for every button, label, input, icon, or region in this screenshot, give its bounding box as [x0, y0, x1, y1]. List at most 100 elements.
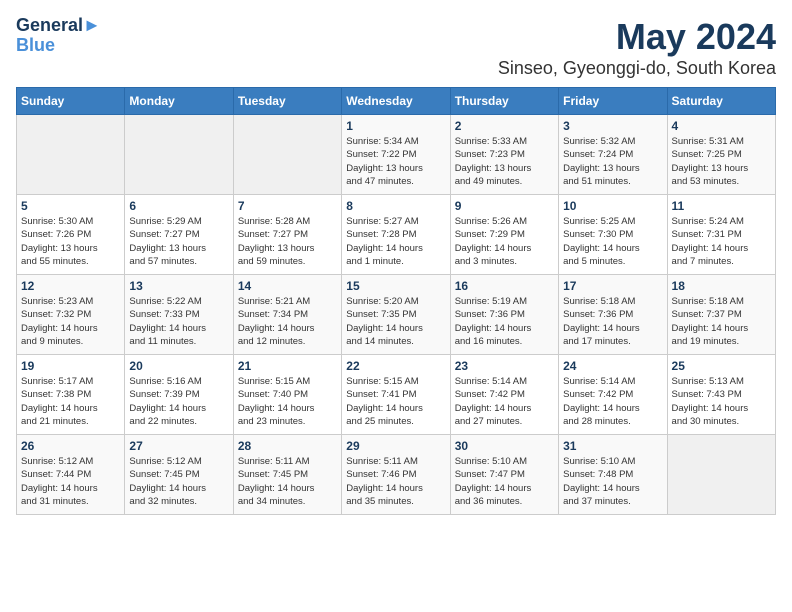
day-info: Sunrise: 5:19 AMSunset: 7:36 PMDaylight:…	[455, 295, 554, 348]
calendar-week-5: 26 Sunrise: 5:12 AMSunset: 7:44 PMDayligh…	[17, 435, 776, 515]
day-info: Sunrise: 5:17 AMSunset: 7:38 PMDaylight:…	[21, 375, 120, 428]
calendar-cell: 9Sunrise: 5:26 AMSunset: 7:29 PMDaylight…	[450, 195, 558, 275]
calendar-cell: 17 Sunrise: 5:18 AMSunset: 7:36 PMDayligh…	[559, 275, 667, 355]
day-number: 22	[346, 359, 445, 373]
day-number: 20	[129, 359, 228, 373]
day-info: Sunrise: 5:23 AMSunset: 7:32 PMDaylight:…	[21, 295, 120, 348]
day-number: 26	[21, 439, 120, 453]
calendar-week-4: 19 Sunrise: 5:17 AMSunset: 7:38 PMDayligh…	[17, 355, 776, 435]
day-number: 18	[672, 279, 771, 293]
header: General► Blue May 2024 Sinseo, Gyeonggi-…	[16, 16, 776, 79]
calendar-cell: 16 Sunrise: 5:19 AMSunset: 7:36 PMDayligh…	[450, 275, 558, 355]
day-number: 27	[129, 439, 228, 453]
calendar-cell: 4Sunrise: 5:31 AMSunset: 7:25 PMDaylight…	[667, 115, 775, 195]
calendar-cell: 14Sunrise: 5:21 AMSunset: 7:34 PMDayligh…	[233, 275, 341, 355]
day-info: Sunrise: 5:10 AMSunset: 7:48 PMDaylight:…	[563, 455, 662, 508]
calendar-cell: 2 Sunrise: 5:33 AMSunset: 7:23 PMDaylight…	[450, 115, 558, 195]
calendar-cell: 1 Sunrise: 5:34 AMSunset: 7:22 PMDaylight…	[342, 115, 450, 195]
header-day-wednesday: Wednesday	[342, 88, 450, 115]
day-number: 16	[455, 279, 554, 293]
header-day-monday: Monday	[125, 88, 233, 115]
day-number: 17	[563, 279, 662, 293]
calendar-cell: 8 Sunrise: 5:27 AMSunset: 7:28 PMDaylight…	[342, 195, 450, 275]
calendar-week-2: 5 Sunrise: 5:30 AMSunset: 7:26 PMDaylight…	[17, 195, 776, 275]
calendar-cell	[233, 115, 341, 195]
day-info: Sunrise: 5:12 AMSunset: 7:44 PMDaylight:…	[21, 455, 120, 508]
calendar-cell	[17, 115, 125, 195]
day-number: 19	[21, 359, 120, 373]
calendar-cell: 11 Sunrise: 5:24 AMSunset: 7:31 PMDayligh…	[667, 195, 775, 275]
day-info: Sunrise: 5:14 AMSunset: 7:42 PMDaylight:…	[455, 375, 554, 428]
title-area: May 2024 Sinseo, Gyeonggi-do, South Kore…	[498, 16, 776, 79]
day-number: 6	[129, 199, 228, 213]
day-number: 30	[455, 439, 554, 453]
day-number: 31	[563, 439, 662, 453]
day-info: Sunrise: 5:28 AMSunset: 7:27 PMDaylight:…	[238, 215, 337, 268]
calendar-cell: 30Sunrise: 5:10 AMSunset: 7:47 PMDayligh…	[450, 435, 558, 515]
day-info: Sunrise: 5:16 AMSunset: 7:39 PMDaylight:…	[129, 375, 228, 428]
day-info: Sunrise: 5:18 AMSunset: 7:36 PMDaylight:…	[563, 295, 662, 348]
day-info: Sunrise: 5:15 AMSunset: 7:41 PMDaylight:…	[346, 375, 445, 428]
day-number: 28	[238, 439, 337, 453]
day-info: Sunrise: 5:11 AMSunset: 7:45 PMDaylight:…	[238, 455, 337, 508]
day-number: 21	[238, 359, 337, 373]
day-number: 11	[672, 199, 771, 213]
day-number: 5	[21, 199, 120, 213]
calendar-cell: 7 Sunrise: 5:28 AMSunset: 7:27 PMDaylight…	[233, 195, 341, 275]
day-info: Sunrise: 5:26 AMSunset: 7:29 PMDaylight:…	[455, 215, 554, 268]
calendar-body: 1 Sunrise: 5:34 AMSunset: 7:22 PMDaylight…	[17, 115, 776, 515]
month-title: May 2024	[498, 16, 776, 58]
day-info: Sunrise: 5:11 AMSunset: 7:46 PMDaylight:…	[346, 455, 445, 508]
calendar-cell: 25 Sunrise: 5:13 AMSunset: 7:43 PMDayligh…	[667, 355, 775, 435]
calendar-cell: 22 Sunrise: 5:15 AMSunset: 7:41 PMDayligh…	[342, 355, 450, 435]
day-info: Sunrise: 5:21 AMSunset: 7:34 PMDaylight:…	[238, 295, 337, 348]
calendar-cell: 18Sunrise: 5:18 AMSunset: 7:37 PMDayligh…	[667, 275, 775, 355]
day-number: 25	[672, 359, 771, 373]
calendar-cell: 28 Sunrise: 5:11 AMSunset: 7:45 PMDayligh…	[233, 435, 341, 515]
day-info: Sunrise: 5:24 AMSunset: 7:31 PMDaylight:…	[672, 215, 771, 268]
day-number: 24	[563, 359, 662, 373]
header-day-thursday: Thursday	[450, 88, 558, 115]
day-number: 2	[455, 119, 554, 133]
calendar-cell: 27Sunrise: 5:12 AMSunset: 7:45 PMDayligh…	[125, 435, 233, 515]
day-number: 4	[672, 119, 771, 133]
logo: General► Blue	[16, 16, 101, 56]
header-day-saturday: Saturday	[667, 88, 775, 115]
calendar-cell: 26 Sunrise: 5:12 AMSunset: 7:44 PMDayligh…	[17, 435, 125, 515]
calendar-cell: 20 Sunrise: 5:16 AMSunset: 7:39 PMDayligh…	[125, 355, 233, 435]
calendar-cell: 24 Sunrise: 5:14 AMSunset: 7:42 PMDayligh…	[559, 355, 667, 435]
calendar-cell: 5 Sunrise: 5:30 AMSunset: 7:26 PMDaylight…	[17, 195, 125, 275]
header-day-sunday: Sunday	[17, 88, 125, 115]
header-day-tuesday: Tuesday	[233, 88, 341, 115]
day-number: 7	[238, 199, 337, 213]
day-number: 8	[346, 199, 445, 213]
day-info: Sunrise: 5:27 AMSunset: 7:28 PMDaylight:…	[346, 215, 445, 268]
calendar-cell: 6 Sunrise: 5:29 AMSunset: 7:27 PMDaylight…	[125, 195, 233, 275]
header-day-friday: Friday	[559, 88, 667, 115]
calendar-header: SundayMondayTuesdayWednesdayThursdayFrid…	[17, 88, 776, 115]
day-number: 13	[129, 279, 228, 293]
calendar-cell: 29 Sunrise: 5:11 AMSunset: 7:46 PMDayligh…	[342, 435, 450, 515]
day-info: Sunrise: 5:20 AMSunset: 7:35 PMDaylight:…	[346, 295, 445, 348]
day-number: 10	[563, 199, 662, 213]
calendar-cell	[125, 115, 233, 195]
day-info: Sunrise: 5:34 AMSunset: 7:22 PMDaylight:…	[346, 135, 445, 188]
calendar-cell: 19 Sunrise: 5:17 AMSunset: 7:38 PMDayligh…	[17, 355, 125, 435]
day-number: 12	[21, 279, 120, 293]
calendar-cell	[667, 435, 775, 515]
day-number: 29	[346, 439, 445, 453]
calendar-week-3: 12 Sunrise: 5:23 AMSunset: 7:32 PMDayligh…	[17, 275, 776, 355]
calendar-cell: 31 Sunrise: 5:10 AMSunset: 7:48 PMDayligh…	[559, 435, 667, 515]
calendar-cell: 23 Sunrise: 5:14 AMSunset: 7:42 PMDayligh…	[450, 355, 558, 435]
day-info: Sunrise: 5:13 AMSunset: 7:43 PMDaylight:…	[672, 375, 771, 428]
day-number: 1	[346, 119, 445, 133]
calendar-cell: 21Sunrise: 5:15 AMSunset: 7:40 PMDayligh…	[233, 355, 341, 435]
day-info: Sunrise: 5:14 AMSunset: 7:42 PMDaylight:…	[563, 375, 662, 428]
location-title: Sinseo, Gyeonggi-do, South Korea	[498, 58, 776, 79]
day-info: Sunrise: 5:30 AMSunset: 7:26 PMDaylight:…	[21, 215, 120, 268]
day-info: Sunrise: 5:33 AMSunset: 7:23 PMDaylight:…	[455, 135, 554, 188]
day-number: 23	[455, 359, 554, 373]
day-info: Sunrise: 5:29 AMSunset: 7:27 PMDaylight:…	[129, 215, 228, 268]
day-number: 3	[563, 119, 662, 133]
calendar-cell: 10Sunrise: 5:25 AMSunset: 7:30 PMDayligh…	[559, 195, 667, 275]
